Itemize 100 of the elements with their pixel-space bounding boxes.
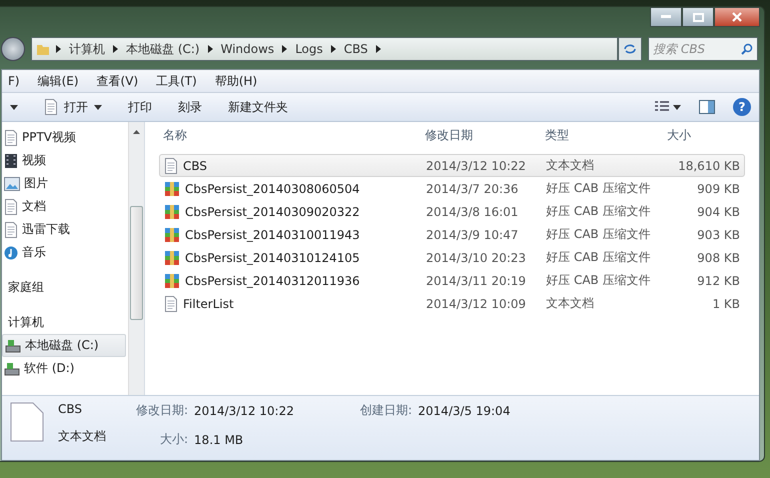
scrollbar[interactable]	[128, 122, 144, 395]
column-header[interactable]: 修改日期	[421, 126, 541, 144]
close-button[interactable]	[714, 7, 760, 27]
toolbar-button[interactable]: 新建文件夹	[228, 98, 288, 116]
nav-item[interactable]: 软件 (D:)	[2, 357, 126, 380]
file-row[interactable]: CbsPersist_20140309020322 2014/3/8 16:01 好压 CAB 压缩文件 904 KB	[159, 200, 745, 223]
type-cell-text: 好压 CAB 压缩文件	[545, 249, 652, 266]
nav-item[interactable]: 音乐	[2, 241, 126, 264]
field-value: 2014/3/5 19:04	[418, 404, 510, 418]
document-icon	[164, 158, 178, 174]
archive-icon	[164, 272, 180, 288]
date-cell-text: 2014/3/9 10:47	[425, 228, 520, 242]
nav-item[interactable]: PPTV视频	[2, 126, 126, 149]
view-options-icon[interactable]	[655, 101, 681, 113]
chevron-icon	[282, 45, 288, 53]
chevron-icon	[330, 45, 336, 53]
film-icon	[4, 152, 18, 168]
file-name: CbsPersist_20140312011936	[185, 274, 360, 288]
file-name: FilterList	[183, 296, 234, 310]
search-field[interactable]: 搜索 CBS	[648, 37, 758, 61]
nav-item[interactable]: 文档	[2, 195, 126, 218]
breadcrumb[interactable]: Windows	[218, 42, 276, 56]
file-name: CbsPersist_20140310011943	[185, 228, 360, 242]
chevron-icon	[56, 45, 61, 53]
menu-item[interactable]: 查看(V)	[96, 72, 138, 90]
column-header[interactable]: 类型	[541, 126, 663, 144]
date-cell-text: 2014/3/11 20:19	[425, 274, 527, 288]
minimize-button[interactable]	[650, 7, 682, 27]
preview-pane-icon[interactable]	[699, 100, 715, 114]
toolbar-button[interactable]: 打印	[128, 98, 152, 116]
menu-item[interactable]: F)	[8, 74, 20, 88]
nav-item[interactable]: 计算机	[2, 311, 126, 334]
folder-icon	[36, 42, 50, 56]
file-row[interactable]: FilterList 2014/3/12 10:09 文本文档 1 KB	[159, 292, 745, 315]
nav-item[interactable]: 视频	[2, 149, 126, 172]
field-value: 18.1 MB	[194, 432, 244, 446]
nav-item[interactable]: 图片	[2, 172, 126, 195]
file-row[interactable]: CbsPersist_20140308060504 2014/3/7 20:36 好压 CAB 压缩文件 909 KB	[159, 177, 745, 200]
file-row[interactable]: CbsPersist_20140312011936 2014/3/11 20:19 好压 CAB 压缩文件 912 KB	[159, 269, 745, 292]
field-label: 修改日期:	[136, 402, 188, 419]
maximize-button[interactable]	[682, 7, 714, 27]
type-cell-text: 文本文档	[545, 157, 595, 174]
document-icon	[4, 130, 18, 146]
date-cell-text: 2014/3/7 20:36	[425, 182, 520, 196]
date-cell-text: 2014/3/10 20:23	[425, 250, 527, 264]
chevron-icon	[376, 45, 381, 53]
size-cell-text: 912 KB	[696, 274, 741, 288]
column-header[interactable]: 名称	[159, 126, 421, 144]
notepad-icon	[44, 99, 58, 115]
breadcrumb[interactable]: 本地磁盘 (C:)	[124, 40, 202, 58]
document-icon	[4, 198, 18, 214]
document-icon	[164, 296, 178, 312]
music-icon	[4, 244, 18, 260]
maximize-icon	[692, 12, 704, 22]
address-bar[interactable]: 计算机 本地磁盘 (C:) Windows Logs CBS	[31, 37, 618, 61]
type-cell-text: 好压 CAB 压缩文件	[545, 226, 652, 243]
file-name: CbsPersist_20140309020322	[185, 204, 360, 218]
chevron-icon	[113, 45, 118, 53]
file-row[interactable]: CbsPersist_20140310011943 2014/3/9 10:47 好压 CAB 压缩文件 903 KB	[159, 223, 745, 246]
toolbar-button[interactable]: 刻录	[178, 98, 202, 116]
file-row[interactable]: CBS 2014/3/12 10:22 文本文档 18,610 KB	[159, 154, 745, 177]
file-name: CbsPersist_20140308060504	[185, 182, 360, 196]
toolbar-button[interactable]: 打开	[44, 98, 102, 116]
menu-item[interactable]: 编辑(E)	[38, 72, 79, 90]
file-name: CBS	[183, 158, 208, 172]
chevron-icon	[208, 45, 213, 53]
nav-item[interactable]: 家庭组	[2, 276, 126, 299]
picture-icon	[4, 176, 20, 190]
close-icon	[732, 12, 742, 22]
date-cell-text: 2014/3/8 16:01	[425, 204, 520, 218]
size-cell-text: 909 KB	[696, 182, 741, 196]
menu-item[interactable]: 工具(T)	[156, 72, 197, 90]
nav-item[interactable]: 迅雷下载	[2, 218, 126, 241]
breadcrumb[interactable]: CBS	[342, 42, 370, 56]
minimize-icon	[661, 15, 671, 19]
archive-icon	[164, 250, 180, 266]
date-cell-text: 2014/3/12 10:09	[425, 296, 527, 310]
breadcrumb[interactable]: 计算机	[67, 40, 107, 58]
caret-icon[interactable]	[10, 104, 18, 110]
file-name: CBS	[58, 402, 84, 416]
document-icon	[10, 402, 44, 442]
column-header[interactable]: 大小	[663, 126, 745, 144]
file-name: CbsPersist_20140310124105	[185, 250, 360, 264]
menu-item[interactable]: 帮助(H)	[214, 72, 258, 90]
help-button[interactable]: ?	[733, 98, 751, 116]
size-cell-text: 903 KB	[696, 228, 741, 242]
caret-icon	[94, 104, 102, 110]
refresh-icon	[623, 43, 637, 55]
type-cell-text: 好压 CAB 压缩文件	[545, 203, 652, 220]
size-cell-text: 18,610 KB	[677, 158, 741, 172]
file-row[interactable]: CbsPersist_20140310124105 2014/3/10 20:23 好压 CAB 压缩文件 908 KB	[159, 246, 745, 269]
scroll-up-icon[interactable]	[133, 128, 140, 136]
nav-item[interactable]: 本地磁盘 (C:)	[2, 334, 126, 357]
type-cell-text: 好压 CAB 压缩文件	[545, 272, 652, 289]
search-icon	[741, 43, 753, 55]
breadcrumb[interactable]: Logs	[293, 42, 325, 56]
back-button[interactable]	[1, 37, 25, 61]
refresh-button[interactable]	[618, 37, 642, 61]
date-cell-text: 2014/3/12 10:22	[425, 158, 527, 172]
drive-icon	[4, 362, 20, 376]
